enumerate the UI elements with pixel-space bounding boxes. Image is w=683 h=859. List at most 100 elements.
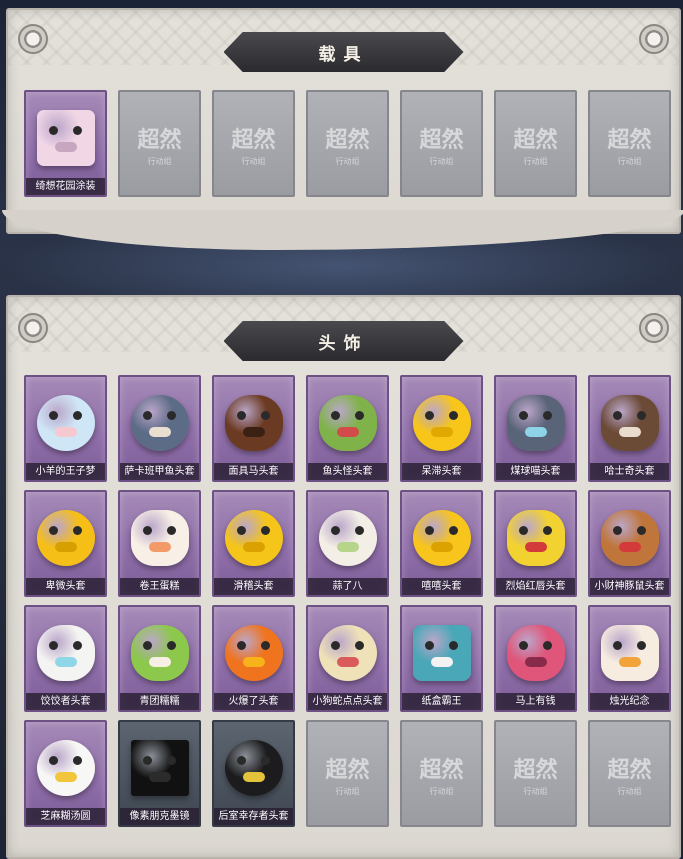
item-slot[interactable]: 烛光纪念 xyxy=(588,605,671,712)
headwear-section-title: 头饰 xyxy=(223,321,464,361)
item-label: 火爆了头套 xyxy=(214,693,293,710)
item-label: 卑微头套 xyxy=(26,578,105,595)
item-slot[interactable]: 后室幸存者头套 xyxy=(212,720,295,827)
green-rice-ball-icon xyxy=(127,619,193,685)
vehicle-panel: 载具 绮想花园涂装 超然 行动组 超然 行动组 超然 行动组 超然 行动组 超然 行动组 超然 行动组 xyxy=(2,8,683,250)
dazed-emoji-icon xyxy=(409,389,475,455)
box-dino-icon xyxy=(409,619,475,685)
watermark-subtitle: 行动组 xyxy=(523,157,548,166)
empty-slot[interactable]: 超然 行动组 xyxy=(400,720,483,827)
item-label: 饺饺者头套 xyxy=(26,693,105,710)
vehicle-grid: 绮想花园涂装 超然 行动组 超然 行动组 超然 行动组 超然 行动组 超然 行动组 超然 行动组 xyxy=(24,90,671,197)
item-label: 蒜了八 xyxy=(308,578,387,595)
item-slot[interactable]: 滑稽头套 xyxy=(212,490,295,597)
garlic-icon xyxy=(315,504,381,570)
puppy-snake-icon xyxy=(315,619,381,685)
red-horse-icon xyxy=(503,619,569,685)
green-fish-icon xyxy=(315,389,381,455)
item-label: 卷王蛋糕 xyxy=(120,578,199,595)
item-slot[interactable]: 青团糯糯 xyxy=(118,605,201,712)
item-slot[interactable]: 饺饺者头套 xyxy=(24,605,107,712)
empty-slot[interactable]: 超然 行动组 xyxy=(118,90,201,197)
item-label: 小狗蛇点点头套 xyxy=(308,693,387,710)
capybara-icon xyxy=(597,504,663,570)
empty-slot[interactable]: 超然 行动组 xyxy=(212,90,295,197)
item-slot[interactable]: 火爆了头套 xyxy=(212,605,295,712)
watermark-subtitle: 行动组 xyxy=(335,157,360,166)
item-slot[interactable]: 卑微头套 xyxy=(24,490,107,597)
item-slot[interactable]: 纸盒霸王 xyxy=(400,605,483,712)
watermark-subtitle: 行动组 xyxy=(523,787,548,796)
watermark-subtitle: 行动组 xyxy=(335,787,360,796)
item-slot[interactable]: 鱼头怪头套 xyxy=(306,375,389,482)
empty-slot[interactable]: 超然 行动组 xyxy=(588,720,671,827)
gas-mask-helmet-icon xyxy=(221,734,287,800)
empty-slot[interactable]: 超然 行动组 xyxy=(588,90,671,197)
watermark-logo: 超然 行动组 xyxy=(120,122,199,167)
item-slot[interactable]: 马上有钱 xyxy=(494,605,577,712)
item-slot[interactable]: 煤球喵头套 xyxy=(494,375,577,482)
item-slot[interactable]: 卷王蛋糕 xyxy=(118,490,201,597)
corner-ornament-icon xyxy=(18,24,48,54)
item-label: 小羊的王子梦 xyxy=(26,463,105,480)
item-slot[interactable]: 小狗蛇点点头套 xyxy=(306,605,389,712)
corner-ornament-icon xyxy=(18,313,48,343)
watermark-logo: 超然 行动组 xyxy=(402,122,481,167)
item-label: 绮想花园涂装 xyxy=(26,178,105,195)
empty-slot[interactable]: 超然 行动组 xyxy=(306,720,389,827)
item-label: 呆滞头套 xyxy=(402,463,481,480)
item-slot[interactable]: 面具马头套 xyxy=(212,375,295,482)
husky-head-icon xyxy=(597,389,663,455)
watermark-logo: 超然 行动组 xyxy=(214,122,293,167)
item-label: 滑稽头套 xyxy=(214,578,293,595)
empty-slot[interactable]: 超然 行动组 xyxy=(494,720,577,827)
empty-slot[interactable]: 超然 行动组 xyxy=(494,90,577,197)
item-label: 后室幸存者头套 xyxy=(214,808,293,825)
food-truck-icon xyxy=(33,104,99,170)
item-slot[interactable]: 烈焰红唇头套 xyxy=(494,490,577,597)
item-label: 纸盒霸王 xyxy=(402,693,481,710)
item-slot[interactable]: 蒜了八 xyxy=(306,490,389,597)
item-slot[interactable]: 萨卡班甲鱼头套 xyxy=(118,375,201,482)
watermark-subtitle: 行动组 xyxy=(241,157,266,166)
item-label: 烈焰红唇头套 xyxy=(496,578,575,595)
watermark-subtitle: 行动组 xyxy=(147,157,172,166)
watermark-logo: 超然 行动组 xyxy=(402,752,481,797)
vehicle-section-title: 载具 xyxy=(223,32,464,72)
empty-slot[interactable]: 超然 行动组 xyxy=(400,90,483,197)
item-slot[interactable]: 呆滞头套 xyxy=(400,375,483,482)
item-label: 烛光纪念 xyxy=(590,693,669,710)
cat-head-icon xyxy=(503,389,569,455)
item-label: 芝麻糊汤圆 xyxy=(26,808,105,825)
item-label: 嘻嘻头套 xyxy=(402,578,481,595)
item-slot[interactable]: 像素朋克墨镜 xyxy=(118,720,201,827)
item-label: 煤球喵头套 xyxy=(496,463,575,480)
item-label: 鱼头怪头套 xyxy=(308,463,387,480)
watermark-logo: 超然 行动组 xyxy=(590,752,669,797)
headwear-panel: 头饰 小羊的王子梦 萨卡班甲鱼头套 面具马头套 鱼头怪头套 呆滞头套 煤球喵头套 哈士奇头套… xyxy=(6,295,681,859)
watermark-subtitle: 行动组 xyxy=(429,787,454,796)
item-label: 像素朋克墨镜 xyxy=(120,808,199,825)
rice-ball-icon xyxy=(33,734,99,800)
item-slot[interactable]: 绮想花园涂装 xyxy=(24,90,107,197)
item-label: 青团糯糯 xyxy=(120,693,199,710)
item-slot[interactable]: 芝麻糊汤圆 xyxy=(24,720,107,827)
horse-head-icon xyxy=(221,389,287,455)
pixel-sunglasses-icon xyxy=(127,734,193,800)
item-slot[interactable]: 嘻嘻头套 xyxy=(400,490,483,597)
grin-emoji-icon xyxy=(409,504,475,570)
item-slot[interactable]: 哈士奇头套 xyxy=(588,375,671,482)
item-slot[interactable]: 小羊的王子梦 xyxy=(24,375,107,482)
item-slot[interactable]: 小财神豚鼠头套 xyxy=(588,490,671,597)
watermark-logo: 超然 行动组 xyxy=(308,122,387,167)
roll-cake-icon xyxy=(127,504,193,570)
corner-ornament-icon xyxy=(639,24,669,54)
fish-head-icon xyxy=(127,389,193,455)
sheep-crown-icon xyxy=(33,389,99,455)
watermark-logo: 超然 行动组 xyxy=(590,122,669,167)
fire-spirit-icon xyxy=(221,619,287,685)
yellow-mascot-icon xyxy=(503,504,569,570)
item-label: 马上有钱 xyxy=(496,693,575,710)
empty-slot[interactable]: 超然 行动组 xyxy=(306,90,389,197)
watermark-logo: 超然 行动组 xyxy=(496,752,575,797)
